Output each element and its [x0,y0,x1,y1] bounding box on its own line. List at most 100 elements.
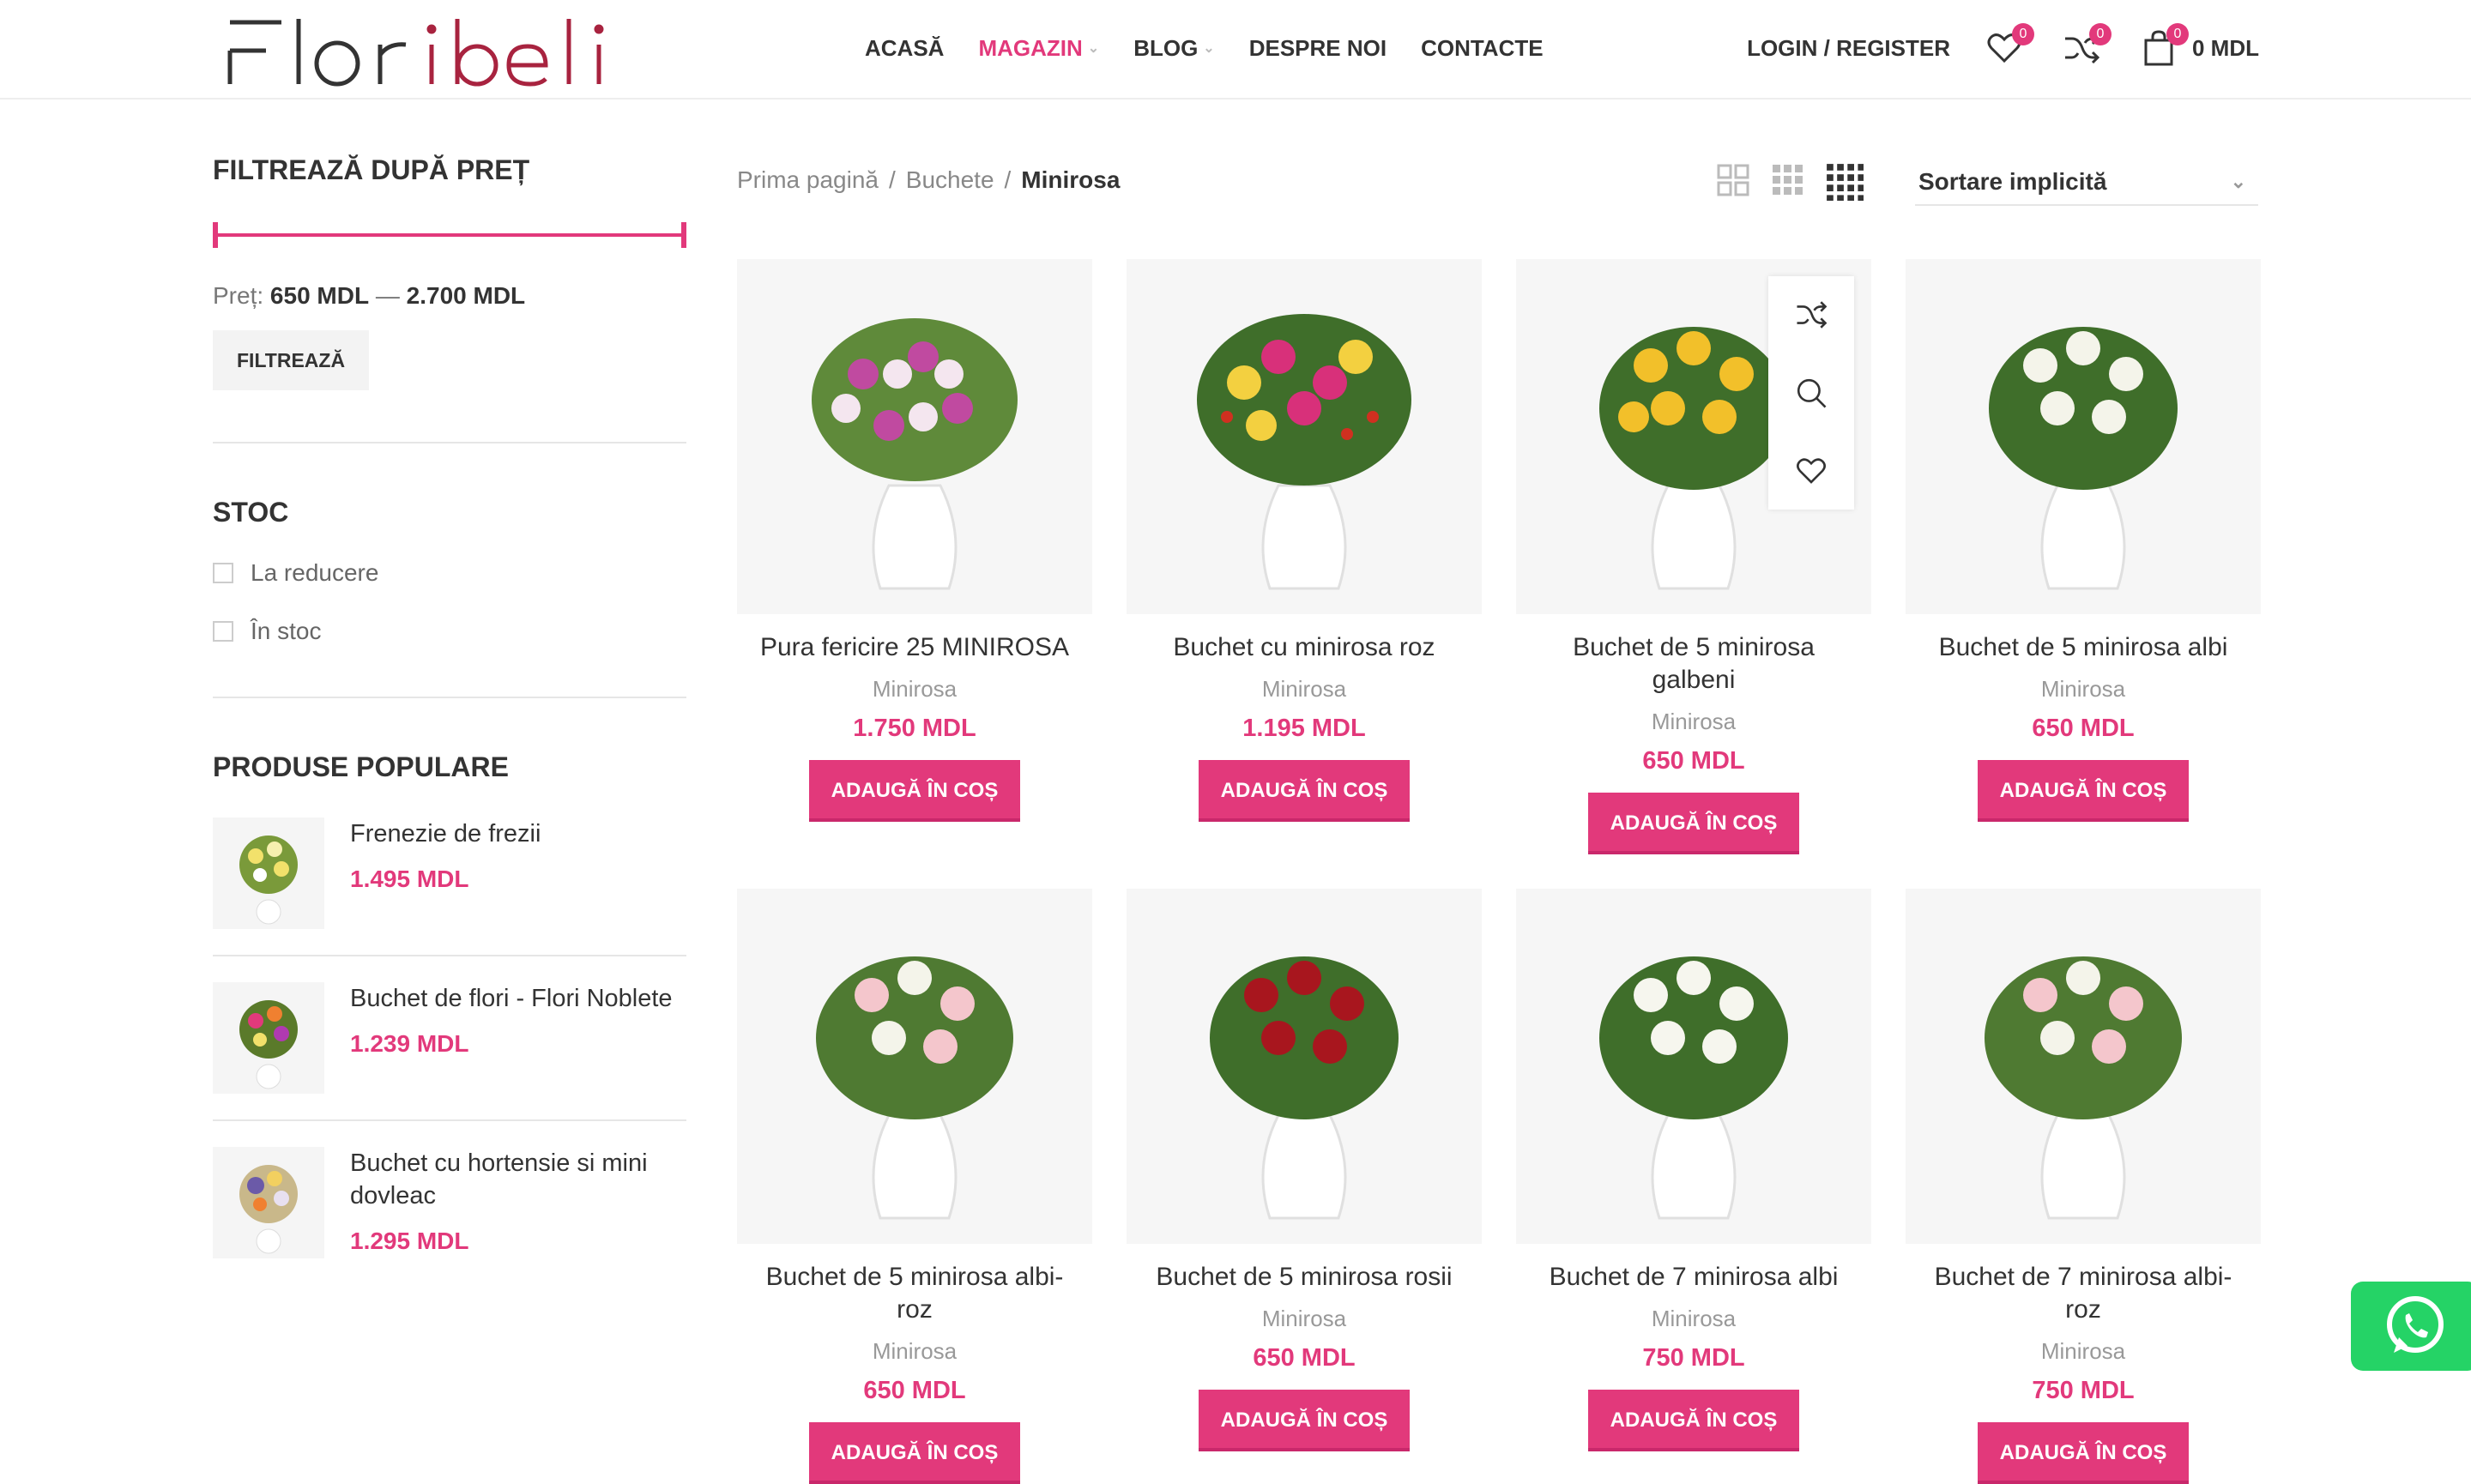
nav-label: MAGAZIN [978,34,1083,61]
site-header: ACASĂ MAGAZIN ⌄ BLOG ⌄ DESPRE NOI CONTACTE… [0,0,2471,100]
add-to-cart-button[interactable]: ADAUGĂ ÎN COȘ [1978,1422,2189,1484]
nav-acasa[interactable]: ACASĂ [865,35,944,62]
max-price-value: 2.700 MDL [406,282,526,309]
cart-count-badge: 0 [2166,23,2189,45]
price-range-slider[interactable] [213,222,686,248]
add-to-cart-button[interactable]: ADAUGĂ ÎN COȘ [809,1422,1020,1484]
chevron-down-icon: ⌄ [1203,41,1215,56]
product-title[interactable]: Buchet de 7 minirosa albi [1516,1261,1871,1294]
product-card: Buchet de 5 minirosa albi-roz Minirosa 6… [737,889,1092,1484]
cart-total[interactable]: 0 MDL [2192,35,2259,62]
product-thumbnail[interactable] [213,1147,324,1258]
product-category[interactable]: Minirosa [1516,709,1871,735]
product-title[interactable]: Buchet de 5 minirosa albi [1906,631,2261,664]
product-card: Buchet de 7 minirosa albi-roz Minirosa 7… [1906,889,2261,1484]
breadcrumb: Prima pagină / Buchete / Minirosa [737,166,1120,194]
nav-label: ACASĂ [865,34,945,61]
grid-2-icon[interactable] [1716,163,1750,197]
bouquet-image [239,1000,298,1089]
add-to-cart-button[interactable]: ADAUGĂ ÎN COȘ [809,760,1020,822]
bouquet-image [1210,956,1399,1220]
product-image[interactable] [1127,889,1482,1244]
product-price: 650 MDL [2032,715,2135,742]
grid-3-icon[interactable] [1771,163,1805,197]
sort-selected-value: Sortare implicită [1918,168,2107,195]
popular-product[interactable]: Frenezie de frezii 1.495 MDL [213,817,686,956]
popular-product[interactable]: Buchet cu hortensie si mini dovleac 1.29… [213,1147,686,1284]
whatsapp-icon [2387,1296,2444,1353]
nav-magazin[interactable]: MAGAZIN ⌄ [978,35,1099,62]
wishlist-count-badge: 0 [2012,23,2034,45]
price-label: Preț: [213,282,264,309]
product-category[interactable]: Minirosa [1906,1338,2261,1365]
heart-icon[interactable] [1794,454,1828,488]
product-card: Buchet de 7 minirosa albi Minirosa 750 M… [1516,889,1871,1484]
compare-button[interactable]: 0 [2062,23,2112,68]
breadcrumb-separator: / [888,166,896,193]
product-image[interactable] [1516,889,1871,1244]
product-title[interactable]: Buchet de 5 minirosa albi-roz [737,1261,1092,1326]
add-to-cart-button[interactable]: ADAUGĂ ÎN COȘ [1199,760,1410,822]
price-range-track [213,233,686,237]
product-title[interactable]: Buchet de 5 minirosa rosii [1127,1261,1482,1294]
product-image[interactable] [1516,259,1871,614]
nav-label: DESPRE NOI [1248,34,1387,61]
add-to-cart-button[interactable]: ADAUGĂ ÎN COȘ [1978,760,2189,822]
product-category[interactable]: Minirosa [737,1338,1092,1365]
breadcrumb-home[interactable]: Prima pagină [737,166,879,193]
floribeli-logo[interactable] [221,12,616,89]
product-title[interactable]: Buchet de 7 minirosa albi-roz [1906,1261,2261,1326]
stock-option-on-sale[interactable]: La reducere [213,559,686,587]
grid-4-icon[interactable] [1826,163,1864,201]
product-category[interactable]: Minirosa [1516,1306,1871,1332]
product-title[interactable]: Buchet cu minirosa roz [1127,631,1482,664]
popular-product-name[interactable]: Buchet cu hortensie si mini dovleac [350,1147,693,1212]
popular-product[interactable]: Buchet de flori - Flori Noblete 1.239 MD… [213,982,686,1121]
nav-despre-noi[interactable]: DESPRE NOI [1249,35,1387,62]
product-image[interactable] [1127,259,1482,614]
product-thumbnail[interactable] [213,982,324,1094]
header-actions: LOGIN / REGISTER 0 0 0 0 MDL [1747,23,2259,70]
product-category[interactable]: Minirosa [737,676,1092,703]
nav-contacte[interactable]: CONTACTE [1421,35,1544,62]
product-image[interactable] [1906,259,2261,614]
add-to-cart-button[interactable]: ADAUGĂ ÎN COȘ [1588,793,1799,854]
popular-product-name[interactable]: Buchet de flori - Flori Noblete [350,982,693,1015]
nav-blog[interactable]: BLOG ⌄ [1133,35,1215,62]
breadcrumb-separator: / [1004,166,1012,193]
max-price-handle[interactable] [681,222,686,248]
product-thumbnail[interactable] [213,817,324,929]
bouquet-image [1599,956,1788,1220]
breadcrumb-buchete[interactable]: Buchete [906,166,994,193]
add-to-cart-button[interactable]: ADAUGĂ ÎN COȘ [1199,1390,1410,1451]
product-quick-actions [1768,276,1854,510]
sort-select[interactable]: Sortare implicită ⌄ [1915,158,2258,206]
cart-button[interactable]: 0 [2139,23,2189,68]
product-card: Buchet de 5 minirosa albi Minirosa 650 M… [1906,259,2261,854]
nav-label: CONTACTE [1421,34,1544,61]
checkbox[interactable] [213,621,233,642]
product-category[interactable]: Minirosa [1127,676,1482,703]
product-image[interactable] [737,259,1092,614]
checkbox[interactable] [213,563,233,583]
shuffle-icon[interactable] [1794,298,1828,332]
divider [213,697,686,698]
popular-product-name[interactable]: Frenezie de frezii [350,817,693,850]
login-register-link[interactable]: LOGIN / REGISTER [1747,35,1950,62]
product-title[interactable]: Buchet de 5 minirosa galbeni [1516,631,1871,697]
product-image[interactable] [1906,889,2261,1244]
add-to-cart-button[interactable]: ADAUGĂ ÎN COȘ [1588,1390,1799,1451]
whatsapp-chat-button[interactable] [2351,1282,2471,1371]
stock-option-label: În stoc [251,618,322,644]
popular-product-price: 1.239 MDL [350,1030,469,1057]
filter-button[interactable]: FILTREAZĂ [213,330,370,390]
product-title[interactable]: Pura fericire 25 MINIROSA [737,631,1092,664]
stock-option-in-stock[interactable]: În stoc [213,618,686,645]
popular-products-title: PRODUSE POPULARE [213,751,509,782]
product-image[interactable] [737,889,1092,1244]
min-price-handle[interactable] [213,222,218,248]
search-icon[interactable] [1794,376,1828,410]
product-category[interactable]: Minirosa [1127,1306,1482,1332]
wishlist-button[interactable]: 0 [1985,23,2034,68]
product-category[interactable]: Minirosa [1906,676,2261,703]
